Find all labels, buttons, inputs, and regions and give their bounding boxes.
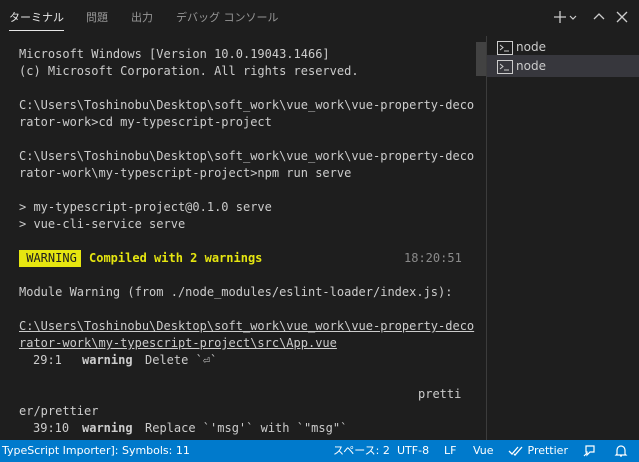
warning-level: warning (82, 421, 133, 435)
tab-terminal-label: ターミナル (9, 11, 64, 24)
warning-message: Replace `'msg'` with `"msg"` (145, 421, 348, 435)
close-icon[interactable] (613, 8, 631, 26)
terminal-line: C:\Users\Toshinobu\Desktop\soft_work\vue… (19, 149, 475, 163)
status-typescript-importer[interactable]: TypeScript Importer]: Symbols: 11 (2, 440, 190, 462)
warning-message: Delete `⏎` (145, 353, 218, 367)
terminal-list-item-selected[interactable]: node (487, 55, 639, 77)
scrollbar-thumb[interactable] (476, 42, 486, 76)
tab-problems-label: 問題 (86, 11, 108, 24)
tab-debug-console[interactable]: デバッグ コンソール (176, 10, 279, 28)
chevron-down-icon[interactable] (567, 8, 579, 26)
terminal-icon (497, 40, 513, 55)
panel-tab-bar: ターミナル 問題 出力 デバッグ コンソール (0, 0, 639, 36)
status-bar: TypeScript Importer]: Symbols: 11 スペース: … (0, 440, 639, 462)
terminal-output[interactable]: Microsoft Windows [Version 10.0.19043.14… (0, 36, 476, 440)
status-prettier[interactable]: Prettier (508, 440, 568, 462)
terminal-list-label: node (516, 40, 546, 54)
terminal-line: Microsoft Windows [Version 10.0.19043.14… (19, 47, 330, 61)
status-eol[interactable]: LF (444, 440, 456, 462)
warning-badge: WARNING (19, 250, 85, 267)
tab-output[interactable]: 出力 (131, 10, 153, 28)
warning-level: warning (82, 353, 133, 367)
terminal-icon (497, 59, 513, 74)
file-path-link[interactable]: rator-work\my-typescript-project\src\App… (19, 335, 337, 352)
terminal-line: > vue-cli-service serve (19, 217, 186, 231)
tab-problems[interactable]: 問題 (86, 10, 108, 28)
status-encoding[interactable]: UTF-8 (397, 440, 429, 462)
tab-output-label: 出力 (131, 11, 153, 24)
warning-position: 39:10 (33, 421, 70, 435)
chevron-up-icon[interactable] (590, 8, 608, 26)
terminal-list: node node (487, 36, 639, 440)
status-prettier-label: Prettier (527, 444, 568, 457)
file-path-link[interactable]: C:\Users\Toshinobu\Desktop\soft_work\vue… (19, 318, 474, 335)
terminal-list-label: node (516, 59, 546, 73)
warning-position: 29:1 (33, 353, 62, 367)
tab-debug-console-label: デバッグ コンソール (176, 11, 279, 24)
terminal-line: > my-typescript-project@0.1.0 serve (19, 200, 272, 214)
status-language[interactable]: Vue (473, 440, 494, 462)
compiled-status: Compiled with 2 warnings (89, 251, 263, 265)
status-indentation[interactable]: スペース: 2 (333, 440, 390, 462)
double-check-icon (508, 444, 528, 457)
tab-terminal[interactable]: ターミナル (9, 10, 64, 31)
active-tab-underline (9, 30, 64, 31)
terminal-scrollbar[interactable] (476, 36, 486, 440)
terminal-line: (c) Microsoft Corporation. All rights re… (19, 64, 359, 78)
module-warning-line: Module Warning (from ./node_modules/esli… (19, 285, 453, 299)
bell-icon[interactable] (613, 440, 629, 462)
compile-time: 18:20:51 (404, 251, 462, 265)
terminal-line: C:\Users\Toshinobu\Desktop\soft_work\vue… (19, 98, 475, 112)
terminal-line: rator-work\my-typescript-project>npm run… (19, 166, 352, 180)
terminal-line: rator-work>cd my-typescript-project (19, 115, 272, 129)
prettier-rule: er/prettier (19, 404, 99, 418)
feedback-icon[interactable] (582, 440, 598, 462)
prettier-rule-fragment: pretti (418, 387, 462, 401)
